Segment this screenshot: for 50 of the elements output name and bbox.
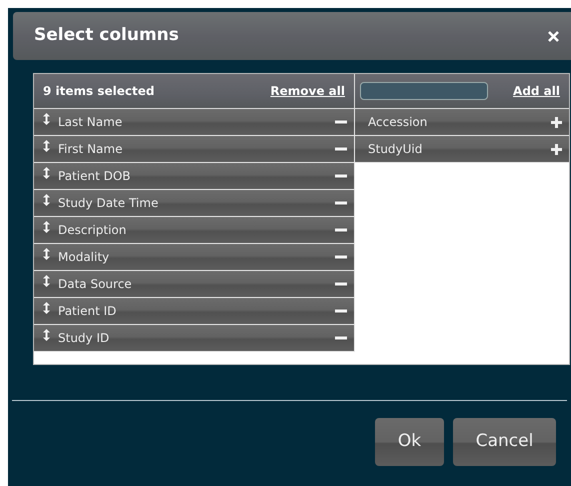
column-name: Patient DOB bbox=[58, 168, 132, 185]
column-name: First Name bbox=[58, 141, 124, 158]
selected-column-row[interactable]: Study ID bbox=[34, 325, 355, 352]
drag-handle-icon[interactable] bbox=[43, 221, 50, 233]
selected-column-row[interactable]: Modality bbox=[34, 244, 355, 271]
remove-icon[interactable] bbox=[335, 201, 347, 205]
drag-handle-icon[interactable] bbox=[43, 248, 50, 260]
available-column-row[interactable]: StudyUid bbox=[355, 136, 569, 163]
remove-icon[interactable] bbox=[335, 174, 347, 178]
column-name: Description bbox=[58, 222, 128, 239]
selected-column-row[interactable]: Patient DOB bbox=[34, 163, 355, 190]
remove-icon[interactable] bbox=[335, 309, 347, 313]
add-icon[interactable] bbox=[551, 116, 562, 128]
ok-button[interactable]: Ok bbox=[375, 418, 444, 466]
selected-column-row[interactable]: Data Source bbox=[34, 271, 355, 298]
remove-icon[interactable] bbox=[335, 336, 347, 340]
selected-count: 9 items selected bbox=[43, 83, 154, 100]
remove-icon[interactable] bbox=[335, 120, 347, 124]
selected-column-row[interactable]: Study Date Time bbox=[34, 190, 355, 217]
selected-column-row[interactable]: First Name bbox=[34, 136, 355, 163]
drag-handle-icon[interactable] bbox=[43, 329, 50, 341]
selected-column-row[interactable]: Last Name bbox=[34, 109, 355, 136]
cancel-button[interactable]: Cancel bbox=[453, 418, 556, 466]
selected-column-row[interactable]: Description bbox=[34, 217, 355, 244]
column-name: StudyUid bbox=[368, 141, 424, 158]
add-icon[interactable] bbox=[551, 144, 562, 154]
column-name: Modality bbox=[58, 249, 110, 266]
column-name: Study ID bbox=[58, 330, 110, 347]
remove-icon[interactable] bbox=[335, 147, 347, 151]
drag-handle-icon[interactable] bbox=[43, 140, 50, 152]
available-column-row[interactable]: Accession bbox=[355, 109, 569, 136]
drag-handle-icon[interactable] bbox=[43, 275, 50, 287]
column-name: Data Source bbox=[58, 276, 133, 293]
remove-icon[interactable] bbox=[335, 282, 347, 286]
drag-handle-icon[interactable] bbox=[43, 194, 50, 206]
drag-handle-icon[interactable] bbox=[43, 167, 50, 179]
column-name: Study Date Time bbox=[58, 195, 160, 212]
search-field[interactable] bbox=[360, 82, 488, 100]
drag-handle-icon[interactable] bbox=[43, 302, 50, 314]
column-name: Last Name bbox=[58, 114, 124, 131]
remove-all-link[interactable]: Remove all bbox=[270, 82, 345, 100]
drag-handle-icon[interactable] bbox=[43, 113, 50, 125]
dialog-title: Select columns bbox=[34, 24, 179, 48]
column-name: Accession bbox=[368, 114, 428, 131]
add-all-link[interactable]: Add all bbox=[513, 82, 560, 100]
remove-icon[interactable] bbox=[335, 255, 347, 259]
column-name: Patient ID bbox=[58, 303, 118, 320]
close-icon[interactable] bbox=[548, 30, 559, 42]
selected-column-row[interactable]: Patient ID bbox=[34, 298, 355, 325]
remove-icon[interactable] bbox=[335, 228, 347, 232]
